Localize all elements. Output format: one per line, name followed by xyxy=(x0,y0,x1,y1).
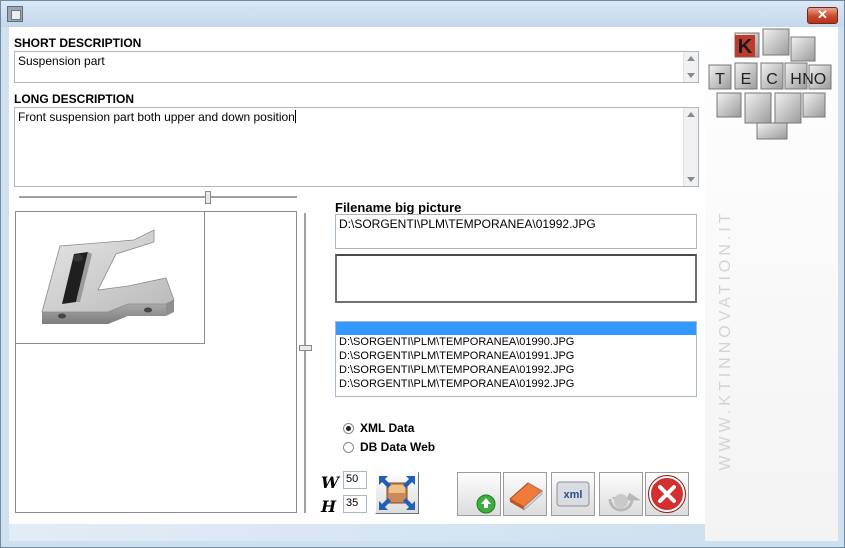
xml-data-label: XML Data xyxy=(360,421,415,435)
client-area: SHORT DESCRIPTION Suspension part LONG D… xyxy=(9,27,838,541)
logo-letter: E xyxy=(741,71,752,88)
cancel-button[interactable] xyxy=(645,472,689,516)
image-preview-panel[interactable] xyxy=(15,211,297,513)
xml-button-label: xml xyxy=(564,489,583,501)
slider-thumb[interactable] xyxy=(299,345,312,351)
app-icon[interactable] xyxy=(7,6,23,22)
filename-label: Filename big picture xyxy=(335,200,462,215)
title-bar[interactable]: ✕ xyxy=(1,1,844,27)
text-cursor xyxy=(294,110,296,123)
suspension-part-image xyxy=(41,229,175,324)
main-window: ✕ SHORT DESCRIPTION Suspension part LONG… xyxy=(0,0,845,548)
eraser-icon xyxy=(509,482,543,511)
close-circle-icon xyxy=(648,475,686,513)
file-listbox[interactable]: D:\SORGENTI\PLM\TEMPORANEA\01990.JPG D:\… xyxy=(335,321,697,397)
scroll-up-icon[interactable] xyxy=(687,112,695,117)
recycle-icon xyxy=(608,492,641,512)
resize-image-button[interactable] xyxy=(375,472,419,514)
website-url: WWW.KTINNOVATION.IT xyxy=(716,203,736,479)
short-description-field[interactable]: Suspension part xyxy=(14,51,699,83)
height-input[interactable]: 35 xyxy=(343,495,367,513)
xml-export-button[interactable]: xml xyxy=(551,472,595,516)
secondary-field[interactable] xyxy=(335,254,697,303)
height-label: H xyxy=(321,497,337,516)
xml-data-option[interactable]: XML Data xyxy=(343,421,414,435)
db-data-web-radio[interactable] xyxy=(343,442,354,453)
upload-button[interactable] xyxy=(457,472,501,516)
xml-data-radio[interactable] xyxy=(343,423,354,434)
logo-letter: N xyxy=(802,71,814,88)
slider-track xyxy=(19,196,297,199)
expand-image-icon xyxy=(379,476,415,510)
bottom-band xyxy=(9,524,705,541)
window-close-button[interactable]: ✕ xyxy=(807,7,838,24)
db-data-web-label: DB Data Web xyxy=(360,440,436,454)
xml-export-icon: xml xyxy=(556,481,590,507)
short-description-value: Suspension part xyxy=(18,54,105,68)
list-item[interactable]: D:\SORGENTI\PLM\TEMPORANEA\01992.JPG xyxy=(336,363,696,377)
filename-field[interactable]: D:\SORGENTI\PLM\TEMPORANEA\01992.JPG xyxy=(335,214,697,249)
scroll-down-icon[interactable] xyxy=(687,177,695,182)
long-description-scrollbar[interactable] xyxy=(683,108,698,186)
scroll-up-icon[interactable] xyxy=(687,56,695,61)
vertical-slider[interactable] xyxy=(299,213,312,513)
logo-letter: T xyxy=(715,71,725,88)
list-item[interactable]: D:\SORGENTI\PLM\TEMPORANEA\01990.JPG xyxy=(336,335,696,349)
slider-thumb[interactable] xyxy=(205,191,211,204)
horizontal-slider[interactable] xyxy=(19,191,297,204)
recycle-button[interactable] xyxy=(599,472,643,516)
logo-letter: H xyxy=(790,71,802,88)
long-description-field[interactable]: Front suspension part both upper and dow… xyxy=(14,107,699,187)
short-description-scrollbar[interactable] xyxy=(683,52,698,82)
filename-value: D:\SORGENTI\PLM\TEMPORANEA\01992.JPG xyxy=(339,217,596,231)
logo-letter: O xyxy=(814,71,826,88)
upload-icon xyxy=(476,494,496,514)
width-input[interactable]: 50 xyxy=(343,471,367,489)
list-item[interactable]: D:\SORGENTI\PLM\TEMPORANEA\01991.JPG xyxy=(336,349,696,363)
part-thumbnail[interactable] xyxy=(16,212,205,344)
short-description-label: SHORT DESCRIPTION xyxy=(14,36,142,50)
db-data-web-option[interactable]: DB Data Web xyxy=(343,440,435,454)
slider-track xyxy=(304,213,307,513)
list-item[interactable]: D:\SORGENTI\PLM\TEMPORANEA\01992.JPG xyxy=(336,377,696,391)
long-description-label: LONG DESCRIPTION xyxy=(14,92,135,106)
long-description-value: Front suspension part both upper and dow… xyxy=(18,110,295,124)
logo-letter: C xyxy=(766,71,778,88)
width-label: W xyxy=(321,473,339,492)
website-url-text: WWW.KTINNOVATION.IT xyxy=(717,209,734,471)
scroll-down-icon[interactable] xyxy=(687,73,695,78)
eraser-button[interactable] xyxy=(503,472,547,516)
selected-list-row[interactable] xyxy=(336,322,696,335)
ktechno-logo: K T E C H N O xyxy=(708,28,832,140)
logo-letter: K xyxy=(738,36,753,58)
